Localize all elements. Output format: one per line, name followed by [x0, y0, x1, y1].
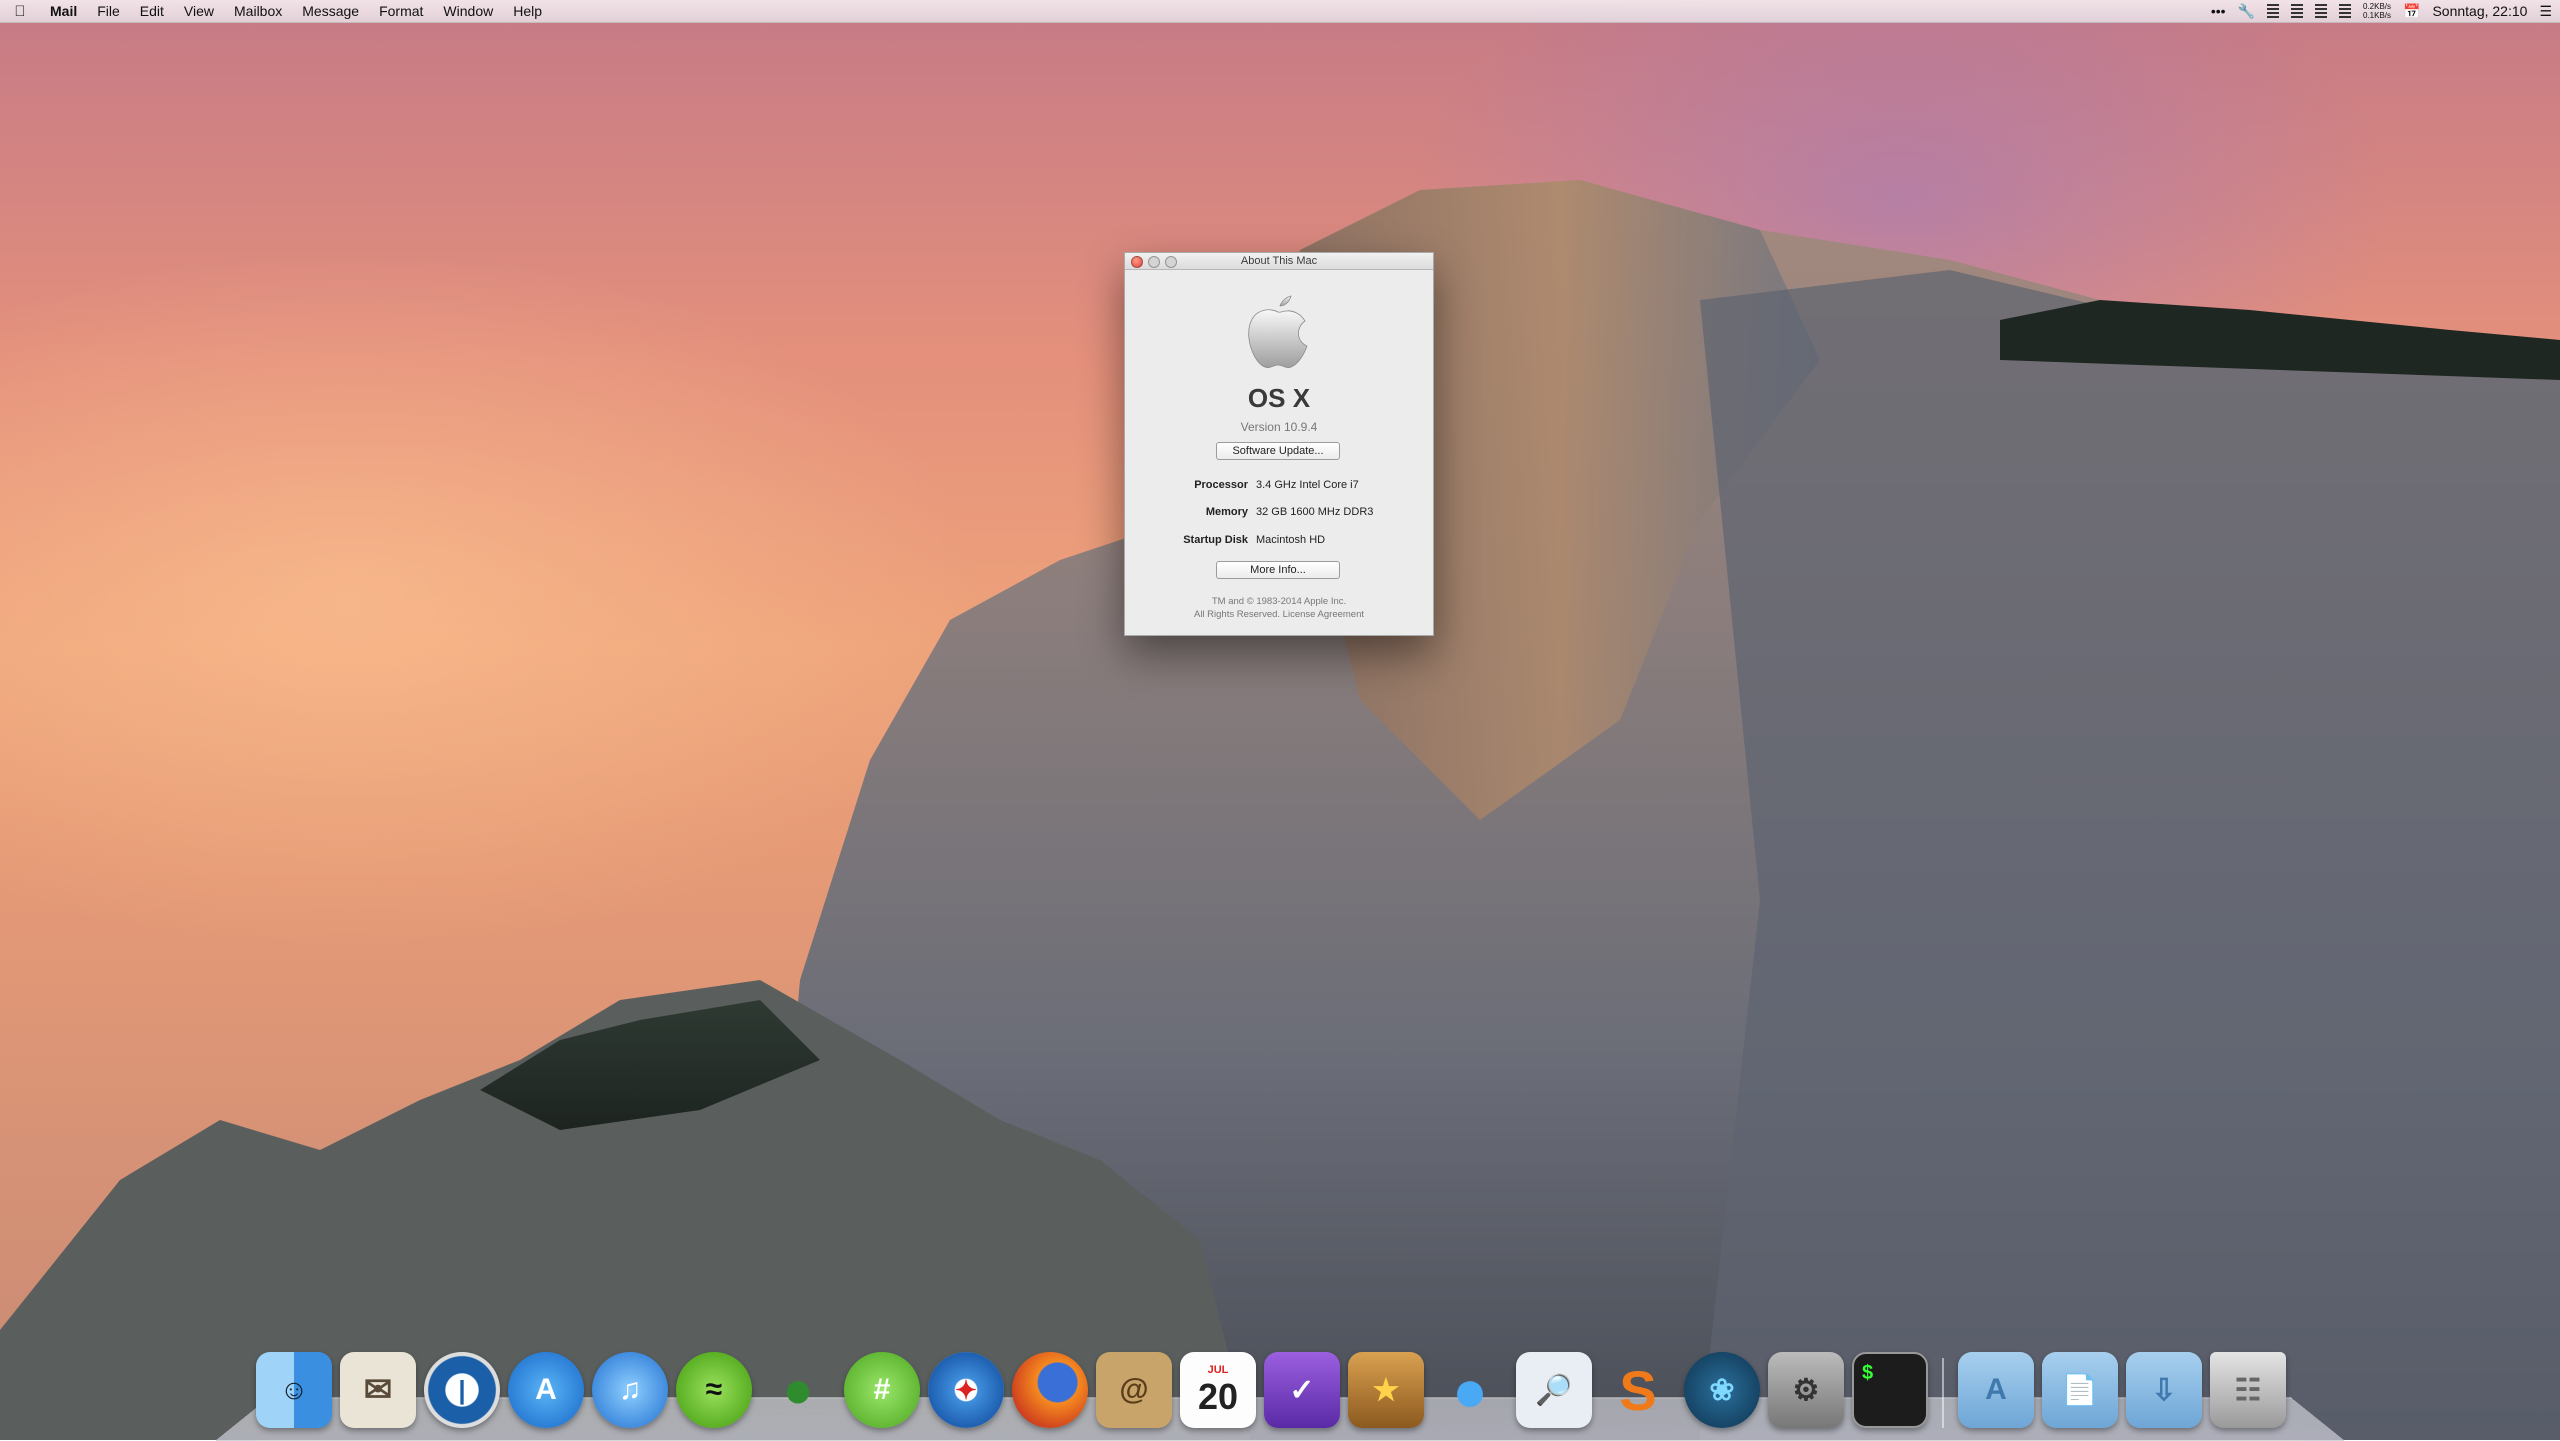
textual-irc-icon[interactable]: # [844, 1352, 920, 1428]
apple-logo-icon [1248, 295, 1308, 368]
1password-icon[interactable]: | [424, 1352, 500, 1428]
memory-value: 32 GB 1600 MHz DDR3 [1256, 506, 1374, 518]
os-version: Version 10.9.4 [1240, 420, 1318, 434]
startup-disk-label: Startup Disk [1183, 534, 1248, 546]
system-preferences-icon[interactable]: ⚙ [1768, 1352, 1844, 1428]
downloads-folder-icon[interactable]: ⇩ [2126, 1352, 2202, 1428]
calendar-app-icon[interactable]: JUL 20 [1180, 1352, 1256, 1428]
menu-window[interactable]: Window [433, 0, 503, 22]
about-this-mac-window: About This Mac OS X Version 10.9.4 Softw… [1124, 252, 1434, 636]
messages-icon[interactable]: ● [1432, 1352, 1508, 1428]
memory-label: Memory [1205, 506, 1248, 518]
menu-edit[interactable]: Edit [130, 0, 174, 22]
network-download-rate: 0.1KB/s [2363, 11, 2392, 20]
minimize-window-button[interactable] [1148, 256, 1160, 268]
window-titlebar[interactable]: About This Mac [1125, 253, 1433, 270]
menu-format[interactable]: Format [369, 0, 433, 22]
sublime-text-icon[interactable]: S [1600, 1352, 1676, 1428]
wrench-icon[interactable]: 🔧 [2238, 3, 2255, 20]
processor-value: 3.4 GHz Intel Core i7 [1256, 479, 1359, 491]
menubar-clock[interactable]: Sonntag, 22:10 [2432, 3, 2527, 19]
applications-folder-icon[interactable]: A [1958, 1352, 2034, 1428]
disk-meter-icon[interactable] [2315, 4, 2327, 18]
wallpaper-mountain-image [0, 180, 2560, 1440]
documents-folder-icon[interactable]: 📄 [2042, 1352, 2118, 1428]
adium-icon[interactable]: ● [760, 1352, 836, 1428]
window-title: About This Mac [1240, 255, 1318, 267]
menu-help[interactable]: Help [503, 0, 552, 22]
spotify-icon[interactable]: ≈ [676, 1352, 752, 1428]
os-name: OS X [1247, 383, 1311, 413]
startup-disk-value: Macintosh HD [1256, 534, 1326, 546]
status-menus: ••• 🔧 0.2KB/s 0.1KB/s 📅 Sonntag, 22:10 ☰ [2211, 0, 2552, 22]
mail-icon[interactable]: ✉ [340, 1352, 416, 1428]
calendar-day: 20 [1197, 1376, 1239, 1417]
zoom-window-button[interactable] [1165, 256, 1177, 268]
software-update-button[interactable]: Software Update... [1216, 442, 1340, 460]
calendar-icon: 📅 [2403, 2, 2421, 19]
archive-box-icon[interactable]: ★ [1348, 1352, 1424, 1428]
apple-menu-icon[interactable]:  [0, 3, 40, 20]
cpu-meter-icon[interactable] [2267, 4, 2279, 18]
dock-separator [1942, 1358, 1944, 1428]
network-speed[interactable]: 0.2KB/s 0.1KB/s [2363, 2, 2391, 20]
app-store-icon[interactable]: A [508, 1352, 584, 1428]
menu-mailbox[interactable]: Mailbox [224, 0, 292, 22]
calendar-month: JUL [1207, 1364, 1229, 1376]
legal-text: TM and © 1983-2014 Apple Inc. All Rights… [1125, 595, 1433, 621]
more-dots-icon[interactable]: ••• [2211, 3, 2226, 19]
menu-view[interactable]: View [174, 0, 224, 22]
notification-center-icon[interactable]: ☰ [2539, 3, 2552, 20]
legal-copyright: TM and © 1983-2014 Apple Inc. [1211, 596, 1347, 607]
menu-file[interactable]: File [87, 0, 130, 22]
trash-icon[interactable]: ☷ [2210, 1352, 2286, 1428]
preview-icon[interactable]: 🔎 [1516, 1352, 1592, 1428]
processor-label: Processor [1194, 479, 1248, 491]
menu-app-name[interactable]: Mail [40, 0, 87, 22]
more-info-button[interactable]: More Info... [1216, 561, 1340, 579]
contacts-icon[interactable]: @ [1096, 1352, 1172, 1428]
sourcetree-icon[interactable]: ❀ [1684, 1352, 1760, 1428]
network-upload-rate: 0.2KB/s [2363, 2, 2392, 11]
desktop-wallpaper [0, 0, 2560, 1440]
legal-license-line[interactable]: All Rights Reserved. License Agreement [1125, 608, 1433, 621]
dock: ☺ ✉ | A ♫ ≈ ● # ✦ @ JUL 20 ✓ ★ ● 🔎 S ❀ ⚙… [256, 1338, 2286, 1428]
memory-meter-icon[interactable] [2291, 4, 2303, 18]
sensor-meter-icon[interactable] [2339, 4, 2351, 18]
omnifocus-icon[interactable]: ✓ [1264, 1352, 1340, 1428]
itunes-icon[interactable]: ♫ [592, 1352, 668, 1428]
menu-bar:  Mail File Edit View Mailbox Message Fo… [0, 0, 2560, 23]
terminal-icon[interactable]: $ [1852, 1352, 1928, 1428]
close-window-button[interactable] [1131, 256, 1143, 268]
menu-message[interactable]: Message [292, 0, 369, 22]
finder-icon[interactable]: ☺ [256, 1352, 332, 1428]
safari-icon[interactable]: ✦ [928, 1352, 1004, 1428]
firefox-icon[interactable] [1012, 1352, 1088, 1428]
